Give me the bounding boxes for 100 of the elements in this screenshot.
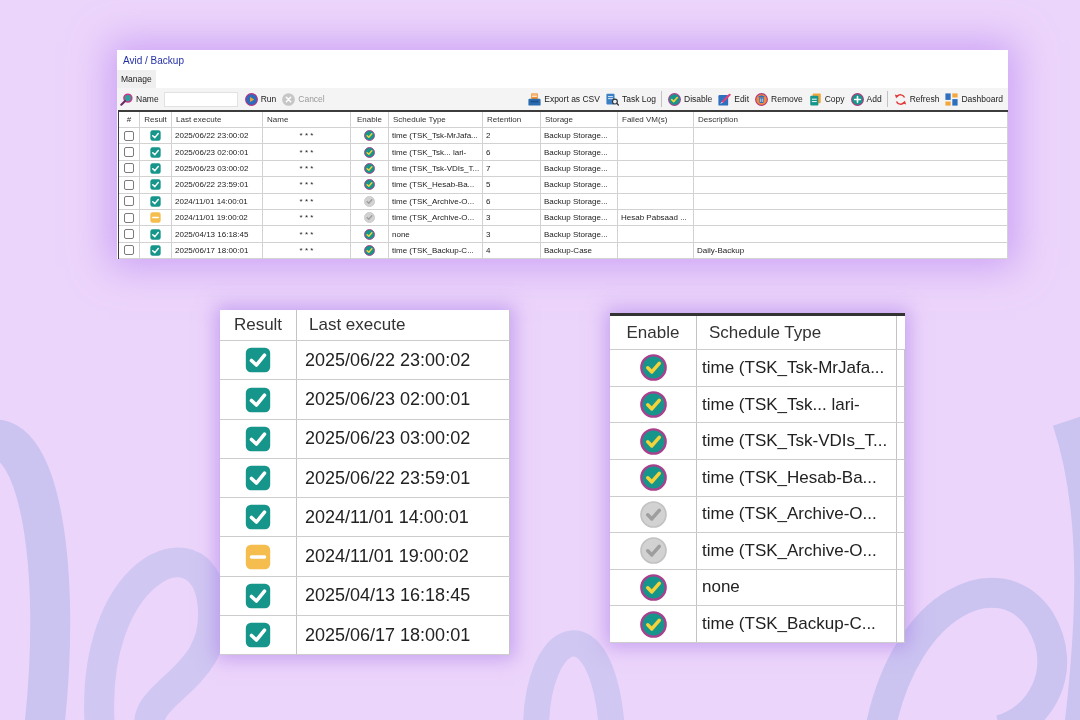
- column-header: Schedule Type: [697, 316, 897, 350]
- toolbar-button[interactable]: Task Log: [603, 90, 658, 108]
- row-checkbox[interactable]: [124, 212, 134, 223]
- table-cell: 2025/04/13 16:18:45: [297, 576, 510, 615]
- toolbar-button[interactable]: Copy: [806, 90, 847, 108]
- table-cell: 5: [483, 177, 541, 193]
- search-label: Name: [136, 94, 159, 104]
- table-cell: time (TSK_Archive-O...: [389, 209, 483, 226]
- column-header: #: [119, 112, 140, 127]
- printer-icon: [528, 92, 542, 106]
- table-cell: 2025/06/22 23:00:02: [172, 128, 263, 144]
- table-cell: Daily-Backup: [694, 242, 1008, 259]
- document-search-icon: [605, 92, 619, 106]
- toolbar-button[interactable]: Disable: [666, 90, 715, 108]
- toolbar-button[interactable]: Export as CSV: [526, 90, 602, 108]
- table-cell: * * *: [263, 177, 351, 193]
- pencil-square-icon: [718, 92, 732, 106]
- table-cell: * * *: [263, 242, 351, 259]
- column-header: Schedule Type: [389, 112, 483, 127]
- table-cell: * * *: [263, 128, 351, 144]
- table-cell: Backup Storage...: [541, 177, 618, 193]
- name-search-field[interactable]: [163, 91, 238, 107]
- table-cell: 7: [483, 160, 541, 177]
- table-cell: 2025/06/22 23:59:01: [172, 177, 263, 193]
- search-icon: [120, 92, 133, 106]
- tab[interactable]: Manage: [117, 70, 156, 88]
- column-header: Last execute: [172, 112, 263, 127]
- toolbar-button[interactable]: Remove: [753, 90, 805, 108]
- column-header: Last execute: [297, 310, 510, 341]
- toolbar-button[interactable]: Edit: [716, 90, 751, 108]
- table-cell: 2024/11/01 19:00:02: [172, 209, 263, 226]
- table-cell: none: [389, 226, 483, 242]
- table-cell: 2: [483, 128, 541, 144]
- table-cell: Backup Storage...: [541, 144, 618, 160]
- toolbar-button[interactable]: Refresh: [891, 90, 942, 108]
- column-header: Result: [220, 310, 297, 341]
- table-cell: time (TSK_Tsk... lari-: [389, 144, 483, 160]
- table-cell: 2025/06/23 03:00:02: [297, 419, 510, 458]
- column-header: Enable: [351, 112, 389, 127]
- table-cell: time (TSK_Archive-O...: [389, 193, 483, 209]
- table-cell: 2025/06/23 02:00:01: [297, 380, 510, 419]
- row-checkbox[interactable]: [124, 130, 134, 141]
- table-cell: Hesab Pabsaad ...: [618, 209, 694, 226]
- table-cell: 2025/06/23 02:00:01: [172, 144, 263, 160]
- table-cell: 2025/06/17 18:00:01: [172, 242, 263, 259]
- table-cell: Backup Storage...: [541, 209, 618, 226]
- table-cell: time (TSK_Tsk-VDIs_T...: [697, 423, 897, 459]
- table-cell: Backup Storage...: [541, 226, 618, 242]
- table-cell: 2025/04/13 16:18:45: [172, 226, 263, 242]
- table-cell: 3: [483, 226, 541, 242]
- toolbar-button[interactable]: Dashboard: [943, 90, 1005, 108]
- copy-icon: [808, 92, 822, 106]
- row-checkbox[interactable]: [124, 196, 134, 207]
- column-header: Name: [263, 112, 351, 127]
- table-cell: * * *: [263, 209, 351, 226]
- table-cell: time (TSK_Archive-O...: [697, 496, 897, 533]
- row-checkbox[interactable]: [124, 229, 134, 240]
- trash-circle-icon: [755, 92, 768, 106]
- table-cell: Backup Storage...: [541, 128, 618, 144]
- table-cell: time (TSK_Archive-O...: [697, 533, 897, 569]
- table-cell: 2025/06/22 23:59:01: [297, 458, 510, 498]
- plus-circle-icon: [850, 92, 864, 106]
- table-cell: Backup Storage...: [541, 193, 618, 209]
- table-cell: 4: [483, 242, 541, 259]
- refresh-icon: [893, 92, 907, 106]
- column-header: Description: [694, 112, 1008, 127]
- table-cell: time (TSK_Hesab-Ba...: [697, 459, 897, 496]
- table-cell: * * *: [263, 160, 351, 177]
- table-cell: 6: [483, 144, 541, 160]
- window-title: Avid / Backup: [123, 54, 184, 66]
- toolbar-button[interactable]: Run: [242, 90, 279, 108]
- table-cell: * * *: [263, 144, 351, 160]
- table-cell: * * *: [263, 226, 351, 242]
- check-circle-icon: [668, 92, 681, 106]
- column-header: Enable: [610, 316, 697, 350]
- table-cell: 2024/11/01 19:00:02: [297, 537, 510, 576]
- table-cell: Backup-Case: [541, 242, 618, 259]
- table-cell: time (TSK_Tsk... lari-: [697, 386, 897, 423]
- table-cell: 2025/06/23 03:00:02: [172, 160, 263, 177]
- table-cell: time (TSK_Backup-C...: [389, 242, 483, 259]
- column-header: Storage: [541, 112, 618, 127]
- table-cell: * * *: [263, 193, 351, 209]
- play-icon: [244, 92, 258, 106]
- row-checkbox[interactable]: [124, 179, 134, 190]
- row-checkbox[interactable]: [124, 163, 134, 174]
- table-cell: time (TSK_Hesab-Ba...: [389, 177, 483, 193]
- row-checkbox[interactable]: [124, 245, 134, 256]
- table-cell: 2024/11/01 14:00:01: [172, 193, 263, 209]
- tiles-icon: [945, 92, 959, 106]
- cancel-icon: [282, 92, 296, 106]
- table-cell: 3: [483, 209, 541, 226]
- column-header: Failed VM(s): [618, 112, 694, 127]
- table-cell: Backup Storage...: [541, 160, 618, 177]
- table-cell: time (TSK_Tsk-VDIs_T...: [389, 160, 483, 177]
- toolbar-button[interactable]: Add: [848, 90, 884, 108]
- table-cell: time (TSK_Tsk-MrJafa...: [697, 350, 897, 386]
- table-cell: time (TSK_Tsk-MrJafa...: [389, 128, 483, 144]
- table-cell: 6: [483, 193, 541, 209]
- row-checkbox[interactable]: [124, 147, 134, 158]
- table-cell: 2025/06/17 18:00:01: [297, 615, 510, 655]
